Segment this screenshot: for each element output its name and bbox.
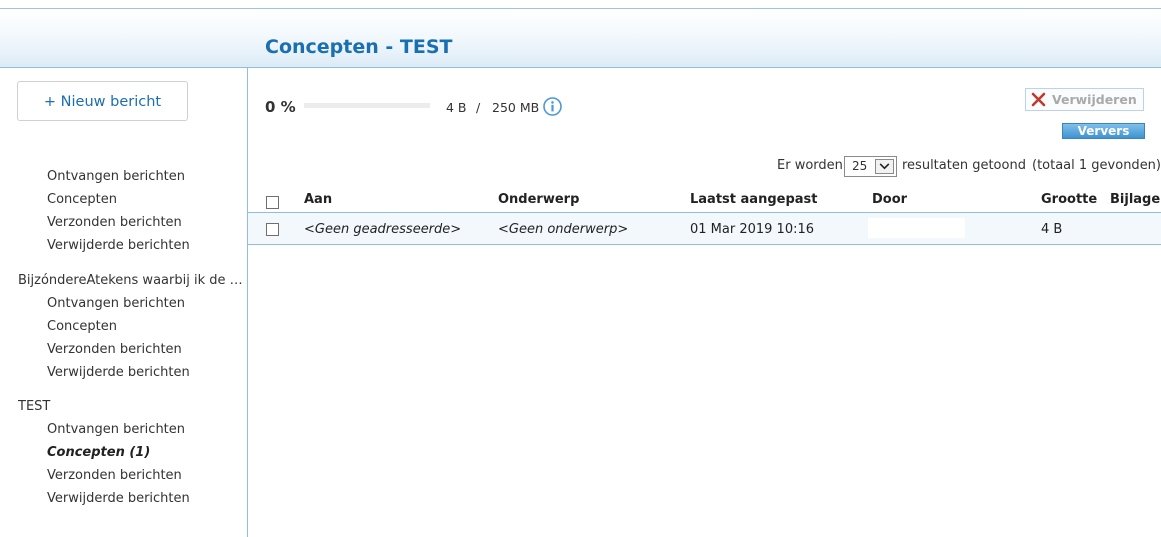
row-subject[interactable]: <Geen onderwerp>: [498, 222, 628, 237]
delete-x-icon: [1031, 92, 1046, 107]
results-prefix: Er worden: [777, 158, 843, 173]
info-icon[interactable]: [543, 97, 562, 116]
sidebar-item-sent[interactable]: Verzonden berichten: [47, 464, 247, 487]
column-header-to[interactable]: Aan: [304, 192, 332, 207]
quota-separator: /: [476, 100, 481, 115]
sidebar-item-deleted[interactable]: Verwijderde berichten: [47, 361, 247, 384]
new-message-button[interactable]: + Nieuw bericht: [17, 81, 188, 121]
sidebar-item-sent[interactable]: Verzonden berichten: [47, 338, 247, 361]
select-all-checkbox[interactable]: [266, 196, 279, 209]
table-row[interactable]: <Geen geadresseerde> <Geen onderwerp> 01…: [248, 213, 1161, 245]
row-by: [868, 218, 965, 238]
folder-group-test: TEST Ontvangen berichten Concepten (1) V…: [0, 395, 247, 510]
folder-group-special: BijzóndereAtekens waarbij ik de n… Ontva…: [0, 269, 247, 384]
sidebar-item-drafts[interactable]: Concepten: [47, 188, 247, 211]
results-total: (totaal 1 gevonden): [1032, 158, 1161, 173]
quota-total: 250 MB: [492, 100, 540, 115]
group-title[interactable]: BijzóndereAtekens waarbij ik de n…: [18, 269, 244, 292]
sidebar-item-inbox[interactable]: Ontvangen berichten: [47, 292, 247, 315]
sidebar-item-deleted[interactable]: Verwijderde berichten: [47, 487, 247, 510]
quota-percent: 0 %: [265, 98, 296, 116]
table-header: Aan Onderwerp Laatst aangepast Door Groo…: [248, 189, 1161, 213]
column-header-subject[interactable]: Onderwerp: [498, 192, 579, 207]
sidebar-item-deleted[interactable]: Verwijderde berichten: [47, 234, 247, 257]
column-header-size[interactable]: Grootte: [1041, 192, 1097, 207]
page-title: Concepten - TEST: [265, 36, 453, 58]
column-header-by[interactable]: Door: [872, 192, 907, 207]
sidebar: + Nieuw bericht Ontvangen berichten Conc…: [0, 68, 248, 537]
row-checkbox[interactable]: [266, 223, 279, 236]
column-header-attachment[interactable]: Bijlage: [1110, 192, 1160, 207]
page-size-select[interactable]: 25: [844, 156, 897, 177]
quota-progress-bar: [304, 103, 430, 108]
main-content: 0 % 4 B / 250 MB Verwijderen Ververs Er …: [248, 68, 1161, 537]
sidebar-item-sent[interactable]: Verzonden berichten: [47, 211, 247, 234]
sidebar-item-inbox[interactable]: Ontvangen berichten: [47, 165, 247, 188]
sidebar-item-inbox[interactable]: Ontvangen berichten: [47, 418, 247, 441]
column-header-modified[interactable]: Laatst aangepast: [690, 192, 817, 207]
delete-button[interactable]: Verwijderen: [1025, 88, 1144, 111]
row-size: 4 B: [1041, 222, 1063, 237]
sidebar-item-drafts[interactable]: Concepten: [47, 315, 247, 338]
refresh-button[interactable]: Ververs: [1062, 123, 1145, 139]
delete-button-label: Verwijderen: [1052, 92, 1137, 107]
folder-group-default: Ontvangen berichten Concepten Verzonden …: [0, 165, 247, 257]
sidebar-item-drafts-active[interactable]: Concepten (1): [47, 441, 247, 464]
quota-used: 4 B: [446, 100, 467, 115]
group-title[interactable]: TEST: [18, 395, 244, 418]
row-to[interactable]: <Geen geadresseerde>: [304, 222, 461, 237]
row-modified: 01 Mar 2019 10:16: [690, 222, 815, 237]
chevron-down-icon[interactable]: [875, 159, 894, 174]
results-suffix: resultaten getoond: [902, 158, 1026, 173]
page-header: Concepten - TEST: [0, 9, 1161, 68]
page-size-value: 25: [852, 159, 868, 173]
